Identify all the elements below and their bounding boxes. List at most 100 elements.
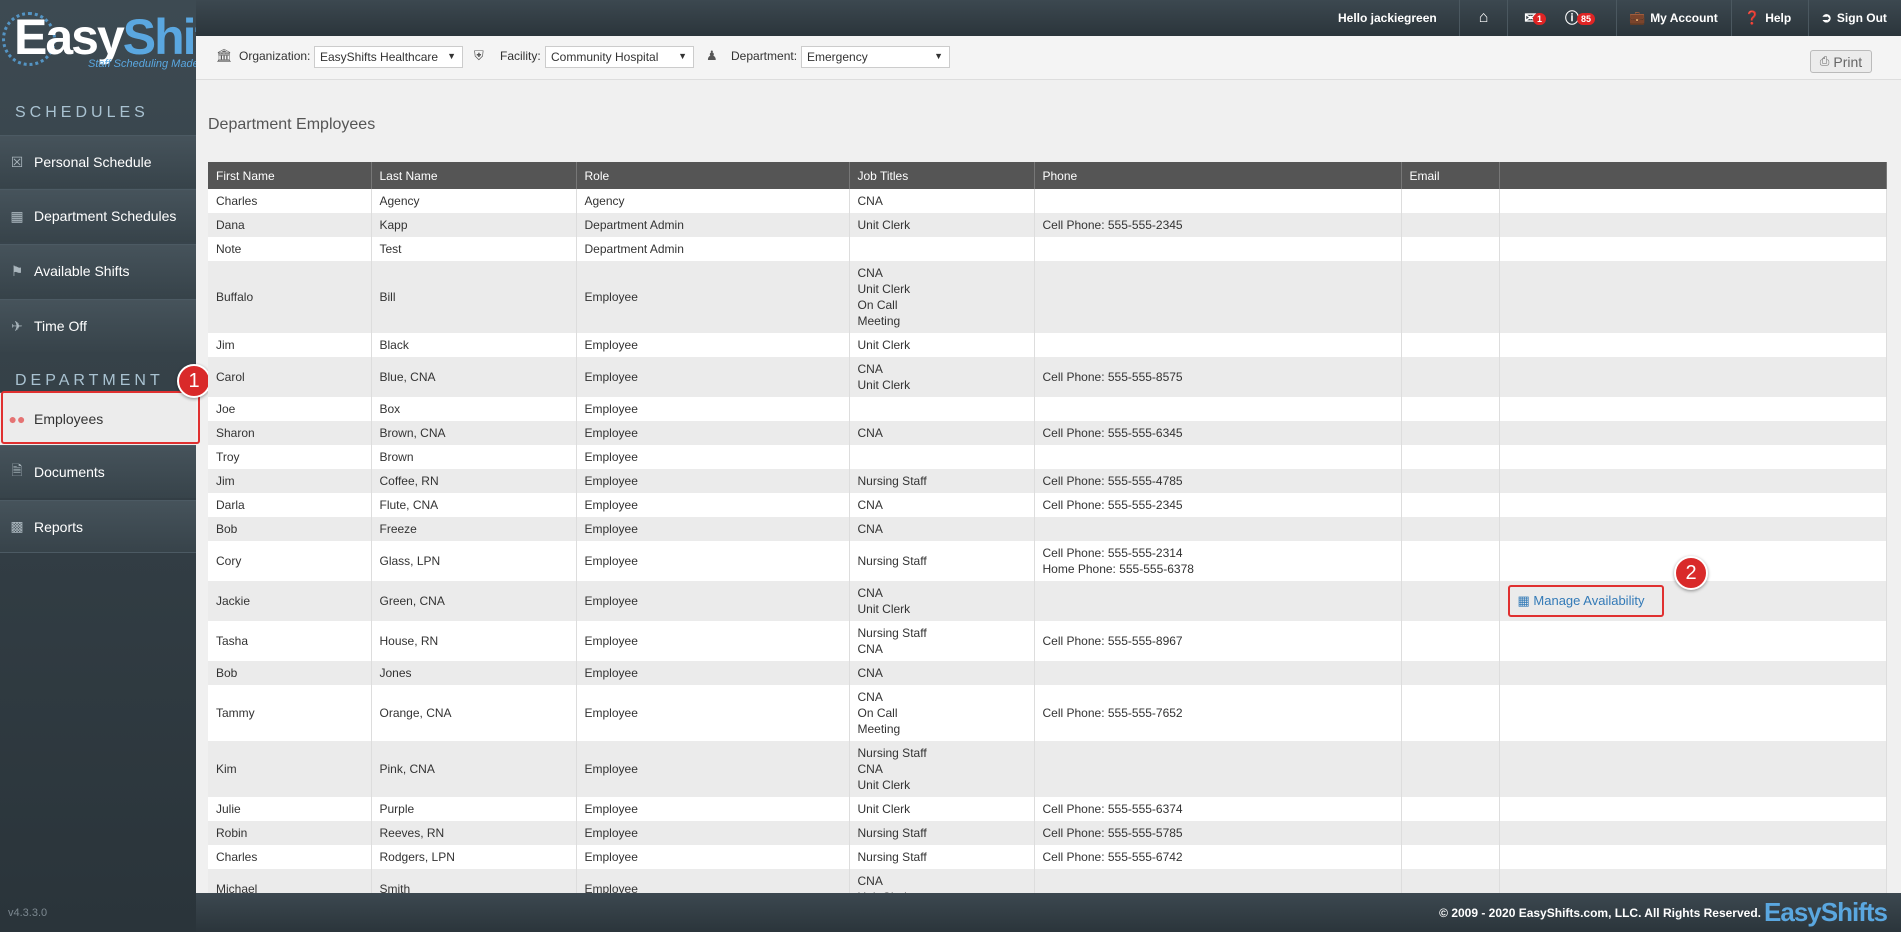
cell-phone-item: Cell Phone: 555-555-7652 — [1042, 706, 1183, 720]
cell-last-name: Purple — [371, 797, 577, 821]
cell-job-titles: CNA — [849, 517, 1035, 541]
cell-last-name: Flute, CNA — [371, 493, 577, 517]
table-row[interactable]: Carol Blue, CNA Employee CNA Unit Clerk Cell … — [208, 357, 1887, 397]
cell-job-titles-item: Meeting — [857, 722, 901, 736]
cell-first-name: Bob — [208, 517, 372, 541]
cell-last-name: Coffee, RN — [371, 469, 577, 493]
cell-role: Department Admin — [576, 213, 850, 237]
print-label: Print — [1833, 53, 1863, 70]
cell-last-name: Brown — [371, 445, 577, 469]
cell-actions — [1499, 333, 1887, 357]
cell-role: Employee — [576, 445, 850, 469]
cell-job-titles-item: CNA — [857, 690, 883, 704]
sidebar-item-time-off[interactable]: ✈ Time Off — [0, 299, 196, 352]
sidebar-item-personal-schedule[interactable]: ☒ Personal Schedule — [0, 135, 196, 188]
footer: © 2009 - 2020 EasyShifts.com, LLC. All R… — [196, 893, 1901, 932]
sidebar-item-label: Department Schedules — [34, 208, 177, 224]
table-row[interactable]: Kim Pink, CNA Employee Nursing Staff CNA Unit… — [208, 741, 1887, 797]
table-row[interactable]: Julie Purple Employee Unit Clerk Cell Phone:… — [208, 797, 1887, 821]
table-row[interactable]: Sharon Brown, CNA Employee CNA Cell Phone: 5… — [208, 421, 1887, 445]
cell-phone: Cell Phone: 555-555-2345 — [1034, 213, 1402, 237]
cell-last-name: Green, CNA — [371, 581, 577, 621]
department-select[interactable]: Emergency ▼ — [801, 46, 950, 68]
cell-first-name: Cory — [208, 541, 372, 581]
sidebar-item-reports[interactable]: ▩ Reports — [0, 500, 196, 553]
table-row[interactable]: Bob Freeze Employee CNA — [208, 517, 1887, 541]
cell-last-name: Box — [371, 397, 577, 421]
cell-phone — [1034, 261, 1402, 333]
cell-email — [1401, 333, 1500, 357]
table-row[interactable]: Robin Reeves, RN Employee Nursing Staff Cell… — [208, 821, 1887, 845]
cell-email — [1401, 237, 1500, 261]
step-1-marker: 1 — [177, 364, 211, 398]
cell-last-name: Blue, CNA — [371, 357, 577, 397]
table-row[interactable]: Note Test Department Admin — [208, 237, 1887, 261]
facility-label: Facility: — [500, 49, 541, 63]
cell-job-titles: Nursing Staff — [849, 821, 1035, 845]
table-row[interactable]: Tasha House, RN Employee Nursing Staff CNA Ce… — [208, 621, 1887, 661]
table-header-row: First Name Last Name Role Job Titles Phone Em… — [208, 162, 1887, 189]
column-header-role: Role — [576, 162, 850, 189]
cell-role: Employee — [576, 821, 850, 845]
messages-button[interactable]: ✉ 1 — [1507, 0, 1553, 36]
table-row[interactable]: Darla Flute, CNA Employee CNA Cell Phone: 55… — [208, 493, 1887, 517]
cell-job-titles-item: Meeting — [857, 314, 901, 328]
cell-phone — [1034, 581, 1402, 621]
sidebar-item-documents[interactable]: 🗎 Documents — [0, 445, 196, 498]
sidebar-item-department-schedules[interactable]: ▦ Department Schedules — [0, 189, 196, 242]
table-row[interactable]: Charles Rodgers, LPN Employee Nursing Staff… — [208, 845, 1887, 869]
cell-actions — [1499, 357, 1887, 397]
cell-last-name: Smith — [371, 869, 577, 894]
manage-availability-link[interactable]: ▦ Manage Availability — [1507, 585, 1665, 617]
sidebar-item-label: Reports — [34, 518, 84, 535]
alerts-button[interactable]: ⓘ 85 — [1553, 0, 1614, 36]
sidebar-item-label: Documents — [34, 464, 105, 480]
cell-job-titles-item: Unit Clerk — [857, 338, 911, 352]
sign-out-button[interactable]: ➲ Sign Out — [1808, 0, 1899, 36]
department-label: Department: — [731, 49, 798, 63]
table-row[interactable]: Joe Box Employee — [208, 397, 1887, 421]
cell-last-name: Orange, CNA — [371, 685, 577, 741]
table-row[interactable]: Bob Jones Employee CNA — [208, 661, 1887, 685]
cell-first-name: Jim — [208, 469, 372, 493]
schedules-header: SCHEDULES — [15, 104, 149, 121]
table-row[interactable]: Charles Agency Agency CNA — [208, 189, 1887, 213]
cell-actions — [1499, 797, 1887, 821]
user-md-icon: ♟ — [706, 48, 718, 63]
my-account-button[interactable]: 💼 My Account — [1616, 0, 1730, 36]
cell-phone — [1034, 189, 1402, 213]
table-row[interactable]: Troy Brown Employee — [208, 445, 1887, 469]
table-row[interactable]: Jackie Green, CNA Employee CNA Unit Clerk ▦ … — [208, 581, 1887, 621]
table-row[interactable]: Jim Coffee, RN Employee Nursing Staff Cell P… — [208, 469, 1887, 493]
cell-actions — [1499, 237, 1887, 261]
cell-actions — [1499, 821, 1887, 845]
table-row[interactable]: Jim Black Employee Unit Clerk — [208, 333, 1887, 357]
cell-phone-item: Cell Phone: 555-555-2345 — [1042, 498, 1183, 512]
cell-job-titles-item: On Call — [857, 706, 898, 720]
table-row[interactable]: Cory Glass, LPN Employee Nursing Staff Cell … — [208, 541, 1887, 581]
sidebar-item-available-shifts[interactable]: ⚑ Available Shifts — [0, 244, 196, 297]
cell-phone-item: Home Phone: 555-555-6378 — [1042, 562, 1194, 576]
sidebar-item-label: Time Off — [34, 318, 87, 334]
organization-label: Organization: — [239, 49, 311, 63]
organization-select[interactable]: EasyShifts Healthcare ▼ — [314, 46, 463, 68]
cell-first-name: Dana — [208, 213, 372, 237]
cell-email — [1401, 821, 1500, 845]
table-row[interactable]: Buffalo Bill Employee CNA Unit Clerk On Call M… — [208, 261, 1887, 333]
cell-first-name: Charles — [208, 845, 372, 869]
home-button[interactable]: ⌂ — [1459, 0, 1507, 36]
cell-actions — [1499, 661, 1887, 685]
print-button[interactable]: ⎙ Print — [1810, 50, 1872, 73]
table-row[interactable]: MichaelSmithEmployeeCNAUnit Clerk — [208, 869, 1887, 894]
cell-job-titles-item: CNA — [857, 522, 883, 536]
table-row[interactable]: Tammy Orange, CNA Employee CNA On Call Meetin… — [208, 685, 1887, 741]
cell-first-name: Julie — [208, 797, 372, 821]
cell-phone: Cell Phone: 555-555-2314 Home Phone: 555-… — [1034, 541, 1402, 581]
cell-email — [1401, 845, 1500, 869]
help-button[interactable]: ❓ Help — [1731, 0, 1803, 36]
facility-select[interactable]: Community Hospital ▼ — [545, 46, 694, 68]
filter-bar: 🏛 Organization: EasyShifts Healthcare ▼ ⛨… — [196, 36, 1901, 80]
app-logo[interactable]: EasyShifts Staff Scheduling Made Easy — [0, 0, 252, 84]
table-row[interactable]: Dana Kapp Department Admin Unit Clerk Cell P… — [208, 213, 1887, 237]
cell-email — [1401, 685, 1500, 741]
